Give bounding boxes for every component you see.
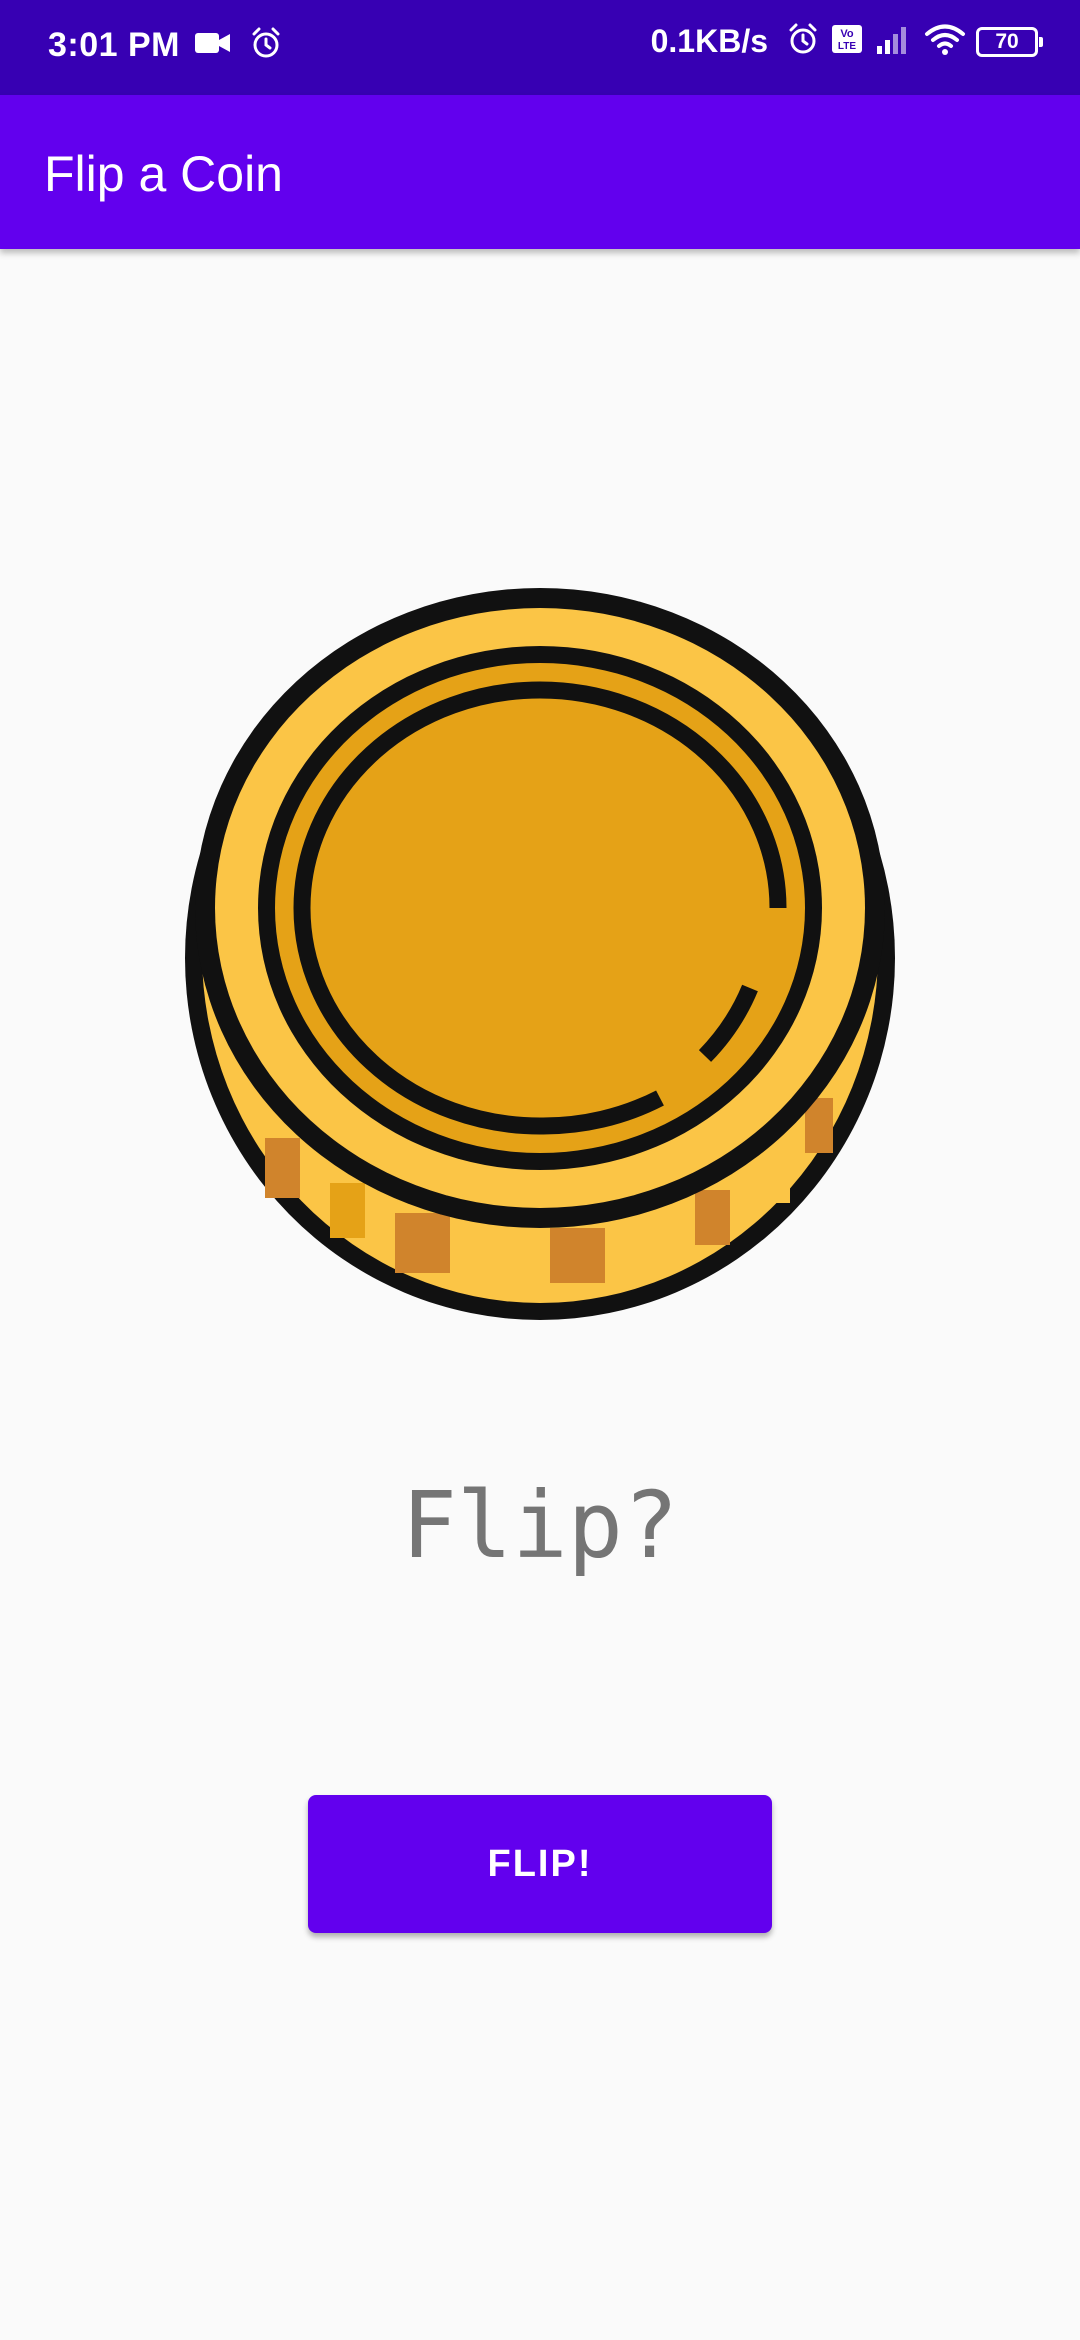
flip-button[interactable]: FLIP! [308, 1795, 772, 1933]
battery-icon: 70 [976, 26, 1043, 57]
network-speed: 0.1KB/s [650, 23, 768, 59]
status-time: 3:01 PM [48, 26, 180, 64]
battery-level: 70 [995, 29, 1019, 53]
status-right-icons: 0.1KB/s Vo LTE 70 [650, 22, 1043, 61]
alarm-icon [786, 22, 820, 61]
svg-text:LTE: LTE [838, 41, 856, 52]
status-bar: 3:01 PM 0.1KB/s Vo LTE 70 [0, 0, 1080, 95]
svg-text:Vo: Vo [840, 28, 854, 40]
coin-icon [180, 578, 900, 1323]
wifi-icon [924, 22, 966, 61]
result-text: Flip? [401, 1472, 679, 1579]
volte-icon: Vo LTE [830, 22, 864, 61]
app-bar: Flip a Coin [0, 95, 1080, 249]
video-camera-icon [193, 28, 233, 63]
app-title: Flip a Coin [44, 146, 283, 202]
status-left-icons [193, 26, 283, 65]
signal-icon [874, 22, 914, 61]
alarm-icon [249, 26, 283, 65]
